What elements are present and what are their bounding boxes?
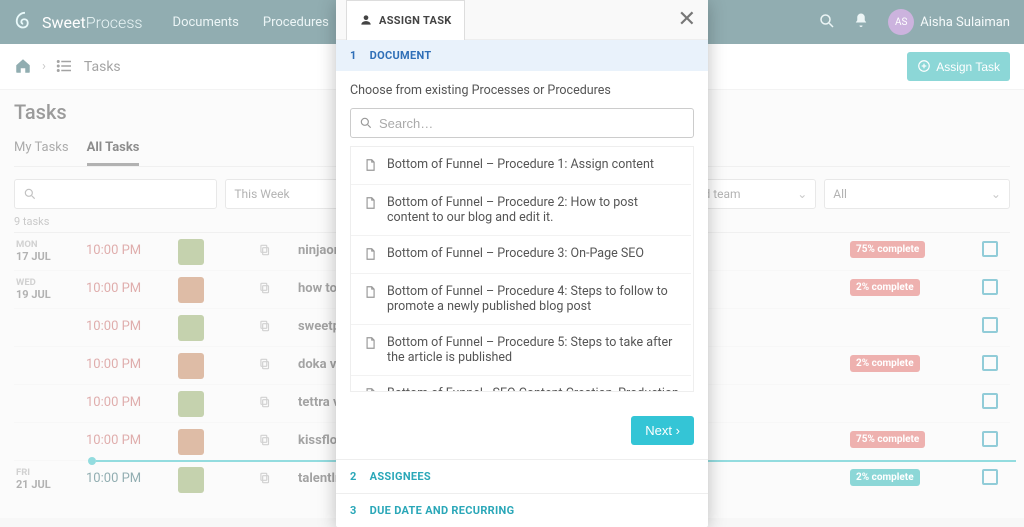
step-1-label: DOCUMENT — [370, 49, 432, 62]
document-item-label: Bottom of Funnel – Procedure 2: How to p… — [387, 195, 679, 225]
document-search[interactable] — [350, 108, 694, 138]
document-icon — [363, 158, 377, 174]
document-item[interactable]: Bottom of Funnel – Procedure 1: Assign c… — [351, 147, 691, 185]
step-3-num: 3 — [350, 504, 357, 517]
next-button[interactable]: Next › — [631, 416, 694, 445]
document-icon — [363, 387, 377, 392]
document-item-label: Bottom of Funnel – Procedure 5: Steps to… — [387, 335, 679, 365]
assign-task-modal: ASSIGN TASK ✕ 1 DOCUMENT Choose from exi… — [336, 0, 708, 527]
step-1-body: Choose from existing Processes or Proced… — [336, 71, 708, 406]
modal-tab-assign-task[interactable]: ASSIGN TASK — [346, 0, 465, 40]
next-button-label: Next — [645, 423, 672, 438]
document-icon — [363, 196, 377, 225]
document-item[interactable]: Bottom of Funnel - SEO Content Creation,… — [351, 376, 691, 392]
document-item[interactable]: Bottom of Funnel – Procedure 5: Steps to… — [351, 325, 691, 376]
document-icon — [363, 336, 377, 365]
document-item[interactable]: Bottom of Funnel – Procedure 4: Steps to… — [351, 274, 691, 325]
step-2-num: 2 — [350, 470, 357, 483]
step-2-label: ASSIGNEES — [370, 470, 431, 483]
person-icon — [359, 13, 373, 28]
document-list[interactable]: Bottom of Funnel – Procedure 1: Assign c… — [350, 146, 694, 392]
document-item[interactable]: Bottom of Funnel – Procedure 3: On-Page … — [351, 236, 691, 274]
document-item-label: Bottom of Funnel - SEO Content Creation,… — [387, 386, 679, 392]
modal-tab-label: ASSIGN TASK — [379, 14, 452, 27]
document-item-label: Bottom of Funnel – Procedure 3: On-Page … — [387, 246, 644, 263]
close-icon[interactable]: ✕ — [678, 7, 696, 32]
document-item[interactable]: Bottom of Funnel – Procedure 2: How to p… — [351, 185, 691, 236]
step-1-num: 1 — [350, 49, 357, 62]
step-1-header[interactable]: 1 DOCUMENT — [336, 40, 708, 71]
document-icon — [363, 247, 377, 263]
step-3-header[interactable]: 3 DUE DATE AND RECURRING — [336, 493, 708, 527]
document-item-label: Bottom of Funnel – Procedure 4: Steps to… — [387, 284, 679, 314]
document-search-input[interactable] — [379, 116, 685, 131]
document-item-label: Bottom of Funnel – Procedure 1: Assign c… — [387, 157, 654, 174]
step-3-label: DUE DATE AND RECURRING — [370, 504, 515, 517]
chevron-right-icon: › — [676, 423, 680, 438]
modal-tabbar: ASSIGN TASK ✕ — [336, 0, 708, 40]
next-row: Next › — [336, 406, 708, 459]
document-icon — [363, 285, 377, 314]
step-2-header[interactable]: 2 ASSIGNEES — [336, 459, 708, 493]
step-1-hint: Choose from existing Processes or Proced… — [350, 83, 694, 98]
